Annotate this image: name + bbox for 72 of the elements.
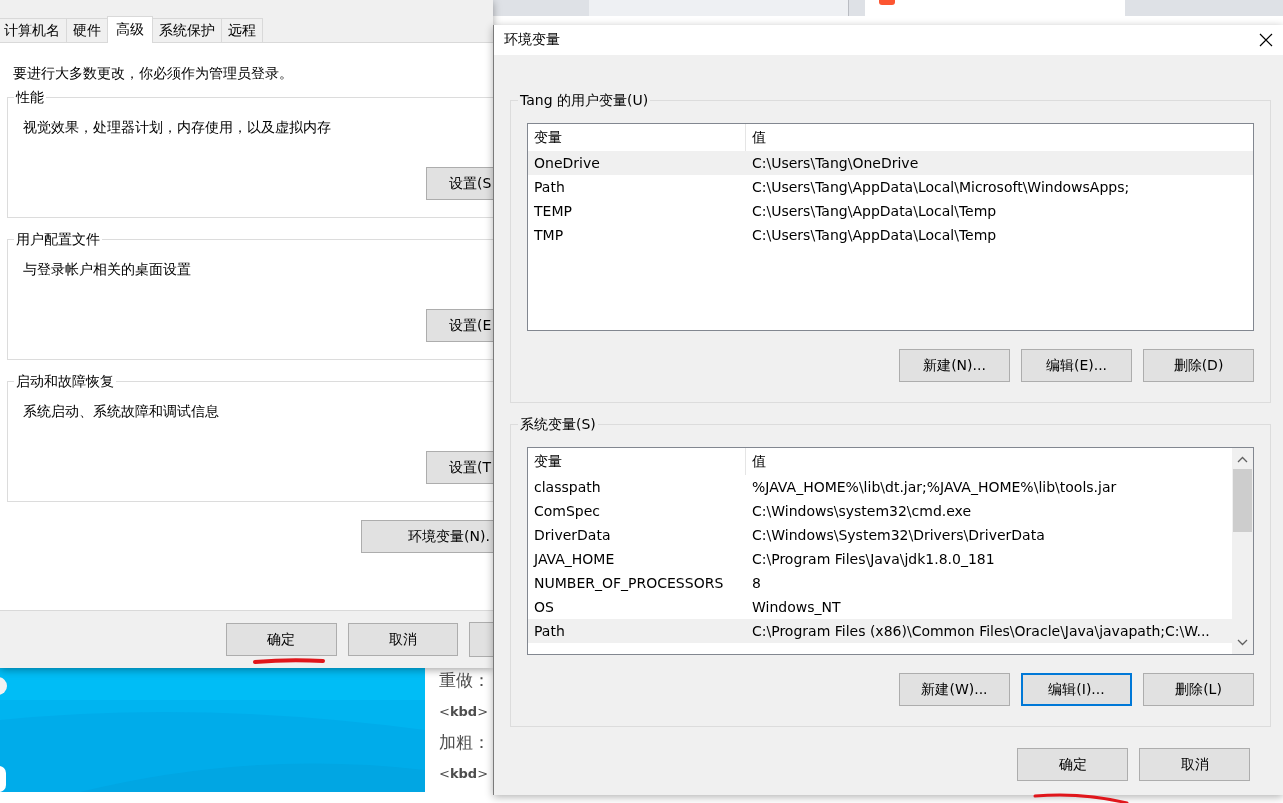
list-row[interactable]: JAVA_HOME C:\Program Files\Java\jdk1.8.0_181 [528, 547, 1232, 571]
variable-name: OneDrive [533, 155, 601, 171]
editor-text: <kbd> [439, 703, 490, 721]
list-row[interactable]: OneDrive C:\Users\Tang\OneDrive [528, 151, 1253, 175]
variable-value: 8 [751, 575, 761, 591]
group-description: 与登录帐户相关的桌面设置 [23, 261, 192, 279]
browser-tab[interactable] [589, 0, 849, 16]
variable-name: OS [533, 599, 555, 615]
tab[interactable]: 远程 [221, 18, 263, 42]
group-title: 启动和故障恢复 [14, 372, 116, 390]
column-header[interactable]: 值 [746, 124, 766, 151]
tab[interactable]: 高级 [107, 16, 153, 43]
browser-tab[interactable] [865, 0, 1125, 16]
settings-button[interactable]: 设置(T [426, 451, 493, 484]
editor-text: 重做： [439, 669, 491, 692]
dialog-button[interactable]: 新建(N)... [899, 349, 1010, 382]
underline-mark [253, 657, 325, 665]
variable-value: C:\Program Files\Java\jdk1.8.0_181 [751, 551, 995, 567]
variable-value: C:\Windows\system32\cmd.exe [751, 503, 972, 519]
list-row[interactable]: NUMBER_OF_PROCESSORS 8 [528, 571, 1232, 595]
variable-name: classpath [533, 479, 602, 495]
group-description: 系统启动、系统故障和调试信息 [23, 403, 220, 421]
list-row[interactable]: DriverData C:\Windows\System32\Drivers\DriverData [528, 523, 1232, 547]
settings-button[interactable]: 设置(S [426, 167, 493, 200]
list-row[interactable]: TEMP C:\Users\Tang\AppData\Local\Temp [528, 199, 1253, 223]
list-row[interactable]: TMP C:\Users\Tang\AppData\Local\Temp [528, 223, 1253, 247]
list-row[interactable]: classpath %JAVA_HOME%\lib\dt.jar;%JAVA_HOME%\lib\tools.jar [528, 475, 1232, 499]
variable-value: C:\Windows\System32\Drivers\DriverData [751, 527, 1045, 543]
settings-button[interactable]: 设置(E [426, 309, 493, 342]
variable-value: C:\Users\Tang\AppData\Local\Microsoft\WindowsApps; [751, 179, 1130, 195]
list-row[interactable]: OS Windows_NT [528, 595, 1232, 619]
variable-name: ComSpec [533, 503, 602, 519]
column-header[interactable]: 值 [746, 448, 766, 475]
group-title: 性能 [14, 88, 46, 106]
list-row[interactable]: Path C:\Program Files (x86)\Common Files\Oracle\Java\javapath;C:\W... [528, 619, 1232, 643]
group-title: Tang 的用户变量(U) [518, 91, 651, 109]
close-icon[interactable] [1259, 33, 1273, 47]
group-title: 用户配置文件 [14, 230, 102, 248]
variable-value: C:\Users\Tang\AppData\Local\Temp [751, 227, 997, 243]
dialog-button[interactable] [469, 622, 493, 657]
variable-value: C:\Users\Tang\AppData\Local\Temp [751, 203, 997, 219]
editor-text: <kbd> [439, 765, 490, 783]
variable-name: TEMP [533, 203, 573, 219]
variable-name: Path [533, 623, 566, 639]
dialog-button[interactable]: 删除(L) [1143, 673, 1254, 706]
dialog-button[interactable]: 取消 [347, 623, 459, 656]
variable-value: %JAVA_HOME%\lib\dt.jar;%JAVA_HOME%\lib\tools.jar [751, 479, 1117, 495]
column-header[interactable]: 变量 [528, 448, 746, 475]
variable-name: Path [533, 179, 566, 195]
environment-variables-button[interactable]: 环境变量(N). [361, 520, 493, 553]
notice-text: 要进行大多数更改，你必须作为管理员登录。 [13, 65, 294, 83]
group-description: 视觉效果，处理器计划，内存使用，以及虚拟内存 [23, 119, 332, 137]
group-title: 系统变量(S) [518, 415, 598, 433]
variable-value: C:\Users\Tang\OneDrive [751, 155, 919, 171]
variable-name: NUMBER_OF_PROCESSORS [533, 575, 725, 591]
window-title: 环境变量 [504, 31, 560, 49]
variable-name: JAVA_HOME [532, 551, 616, 567]
dialog-button[interactable]: 取消 [1139, 748, 1250, 781]
variable-list[interactable]: 变量 值 OneDrive C:\Users\Tang\OneDrive Path C:\Users\Tang\AppData\Local\Microsoft\WindowsApps; TEMP C:\Users\Tang\AppData\Local\Temp TMP C:\Users\Tang\AppData\Local\Temp [527, 123, 1254, 331]
tab[interactable]: 计算机名 [0, 18, 67, 42]
variable-list[interactable] [527, 447, 1254, 655]
dialog-button[interactable]: 删除(D) [1143, 349, 1254, 382]
dialog-button[interactable]: 编辑(E)... [1021, 349, 1132, 382]
dialog-button[interactable]: 编辑(I)... [1021, 673, 1132, 706]
list-row[interactable]: ComSpec C:\Windows\system32\cmd.exe [528, 499, 1232, 523]
variable-name: DriverData [533, 527, 612, 543]
list-row[interactable]: Path C:\Users\Tang\AppData\Local\Microsoft\WindowsApps; [528, 175, 1253, 199]
editor-text: 加粗： [439, 731, 491, 754]
variable-name: TMP [533, 227, 565, 243]
variable-value: Windows_NT [751, 599, 841, 615]
variable-value: C:\Program Files (x86)\Common Files\Oracle\Java\javapath;C:\W... [751, 623, 1210, 639]
dialog-button[interactable]: 新建(W)... [899, 673, 1010, 706]
